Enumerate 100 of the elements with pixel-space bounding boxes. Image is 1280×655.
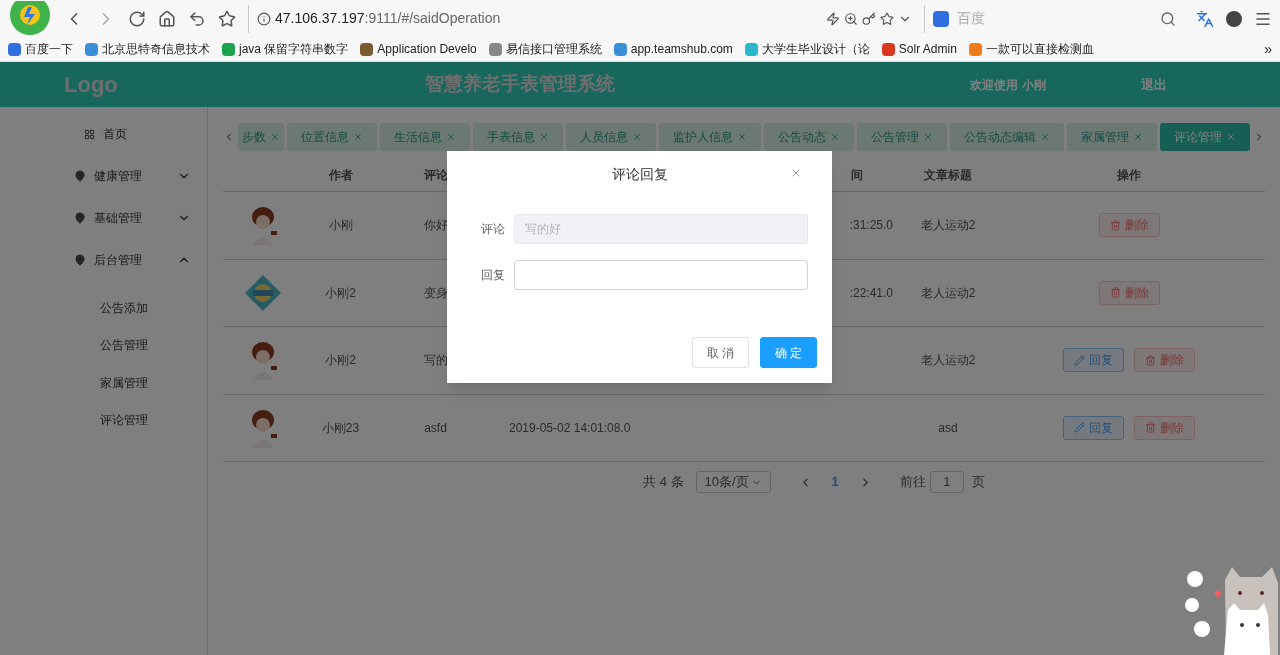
- tab[interactable]: 步数: [238, 123, 284, 151]
- reply-button[interactable]: 回复: [1063, 348, 1124, 373]
- field-label: 评论: [480, 221, 506, 238]
- page-size-select[interactable]: 10条/页: [695, 471, 771, 493]
- table-cell-text: 小刚: [328, 217, 353, 235]
- sidebar-item[interactable]: 首页: [0, 113, 207, 155]
- lightning-icon[interactable]: [826, 11, 840, 26]
- page-unit: 页: [971, 473, 985, 492]
- delete-button[interactable]: 删除: [1098, 280, 1160, 305]
- location-icon: [74, 254, 86, 266]
- tab[interactable]: 人员信息: [566, 123, 656, 151]
- grid-icon: [84, 128, 95, 140]
- bookmark[interactable]: 大学生毕业设计（论: [744, 40, 870, 58]
- sidebar-group[interactable]: 后台管理: [0, 239, 207, 281]
- bookmark[interactable]: app.teamshub.com: [613, 40, 733, 58]
- trash-icon: [1145, 354, 1156, 366]
- close-icon[interactable]: [923, 132, 933, 142]
- tab[interactable]: 位置信息: [287, 123, 377, 151]
- close-icon[interactable]: [353, 132, 363, 142]
- tab[interactable]: 公告管理: [857, 123, 947, 151]
- close-icon[interactable]: [632, 132, 642, 142]
- confirm-button[interactable]: 确 定: [760, 337, 817, 368]
- url-path: :9111/#/saidOperation: [364, 9, 501, 28]
- sidebar-subitem[interactable]: 家属管理: [0, 364, 207, 402]
- close-icon[interactable]: [1133, 132, 1143, 142]
- trash-icon: [1145, 422, 1156, 434]
- bookmark[interactable]: Application Develo: [360, 40, 477, 58]
- bookmark[interactable]: 易信接口管理系统: [488, 40, 602, 58]
- tab[interactable]: 监护人信息: [659, 123, 761, 151]
- zoom-icon[interactable]: [844, 11, 858, 26]
- delete-button[interactable]: 删除: [1098, 213, 1160, 238]
- column-header: 操作: [1117, 167, 1141, 184]
- goto-field[interactable]: 1: [929, 471, 964, 493]
- close-icon[interactable]: [446, 132, 456, 142]
- tab[interactable]: 评论管理: [1160, 123, 1250, 151]
- close-icon[interactable]: [1226, 132, 1236, 142]
- column-header: 作者: [328, 167, 353, 184]
- tab[interactable]: 公告动态编辑: [950, 123, 1064, 151]
- browser-logo-icon: [8, 0, 52, 37]
- table-cell: :22:41.0: [849, 285, 893, 300]
- bookmark[interactable]: Solr Admin: [881, 40, 957, 58]
- close-icon[interactable]: [830, 132, 840, 142]
- cancel-button[interactable]: 取 消: [692, 337, 749, 368]
- star-icon[interactable]: [880, 11, 894, 26]
- edit-icon: [1074, 422, 1085, 434]
- table-cell-text: 老人运动2: [920, 217, 976, 235]
- close-icon[interactable]: [270, 132, 280, 142]
- page-number[interactable]: 1: [823, 472, 847, 492]
- user-name: 小刚: [1022, 76, 1046, 94]
- table-cell-text: asd: [938, 419, 958, 437]
- goto-label: 前往: [899, 473, 926, 492]
- sidebar-subitem[interactable]: 公告添加: [0, 289, 207, 327]
- address-bar[interactable]: 47.106.37.197:9111/#/saidOperation: [248, 4, 912, 33]
- table-cell: :31:25.0: [849, 218, 893, 233]
- search-icon[interactable]: [1160, 10, 1176, 27]
- reload-icon[interactable]: [128, 9, 146, 28]
- tab[interactable]: 公告动态: [764, 123, 854, 151]
- tab[interactable]: 生活信息: [380, 123, 470, 151]
- delete-button[interactable]: 删除: [1134, 415, 1195, 440]
- tab[interactable]: 家属管理: [1067, 123, 1157, 151]
- app-title: 智慧养老手表管理系统: [424, 72, 616, 97]
- search-box[interactable]: 百度: [924, 4, 1184, 33]
- table-cell-text: asfd: [424, 419, 447, 437]
- close-icon[interactable]: [539, 132, 549, 142]
- close-icon[interactable]: [790, 167, 802, 179]
- more-bookmarks-icon[interactable]: »: [1264, 38, 1272, 60]
- trash-icon: [1109, 219, 1121, 231]
- close-icon[interactable]: [1040, 132, 1050, 142]
- key-icon[interactable]: [862, 11, 876, 26]
- table-cell-text: 你好: [423, 217, 448, 235]
- bookmark[interactable]: 百度一下: [8, 40, 73, 58]
- table-cell-text: 老人运动2: [920, 352, 976, 370]
- home-icon[interactable]: [158, 9, 176, 28]
- translate-icon[interactable]: [1196, 9, 1214, 28]
- sidebar-subitem[interactable]: 评论管理: [0, 401, 207, 439]
- welcome-text: 欢迎使用: [970, 76, 1018, 94]
- logo: Logo: [63, 71, 119, 99]
- input-field[interactable]: [514, 260, 808, 290]
- sidebar-group[interactable]: 健康管理: [0, 155, 207, 197]
- column-header: 文章标题: [924, 167, 972, 184]
- star-icon[interactable]: [218, 9, 236, 28]
- edit-icon: [1074, 354, 1085, 366]
- undo-icon[interactable]: [188, 9, 206, 28]
- bookmark[interactable]: 一款可以直接检测血: [968, 40, 1094, 58]
- bookmark[interactable]: 北京思特奇信息技术: [85, 40, 210, 58]
- delete-button[interactable]: 删除: [1134, 348, 1195, 373]
- sidebar-subitem[interactable]: 公告管理: [0, 326, 207, 364]
- bookmark[interactable]: java 保留字符串数字: [222, 40, 349, 58]
- location-icon: [74, 212, 86, 224]
- column-header: 间: [851, 167, 863, 184]
- table-cell: 2019-05-02 14:01:08.0: [509, 420, 631, 435]
- total-count: 共 4 条: [643, 473, 684, 492]
- reply-button[interactable]: 回复: [1063, 415, 1124, 440]
- location-icon: [74, 170, 86, 182]
- tab[interactable]: 手表信息: [473, 123, 563, 151]
- sidebar-group[interactable]: 基础管理: [0, 197, 207, 239]
- table-cell-text: 老人运动2: [920, 284, 976, 302]
- url-host: 47.106.37.197: [275, 9, 365, 28]
- column-header: 评论: [423, 167, 448, 184]
- close-icon[interactable]: [737, 132, 747, 142]
